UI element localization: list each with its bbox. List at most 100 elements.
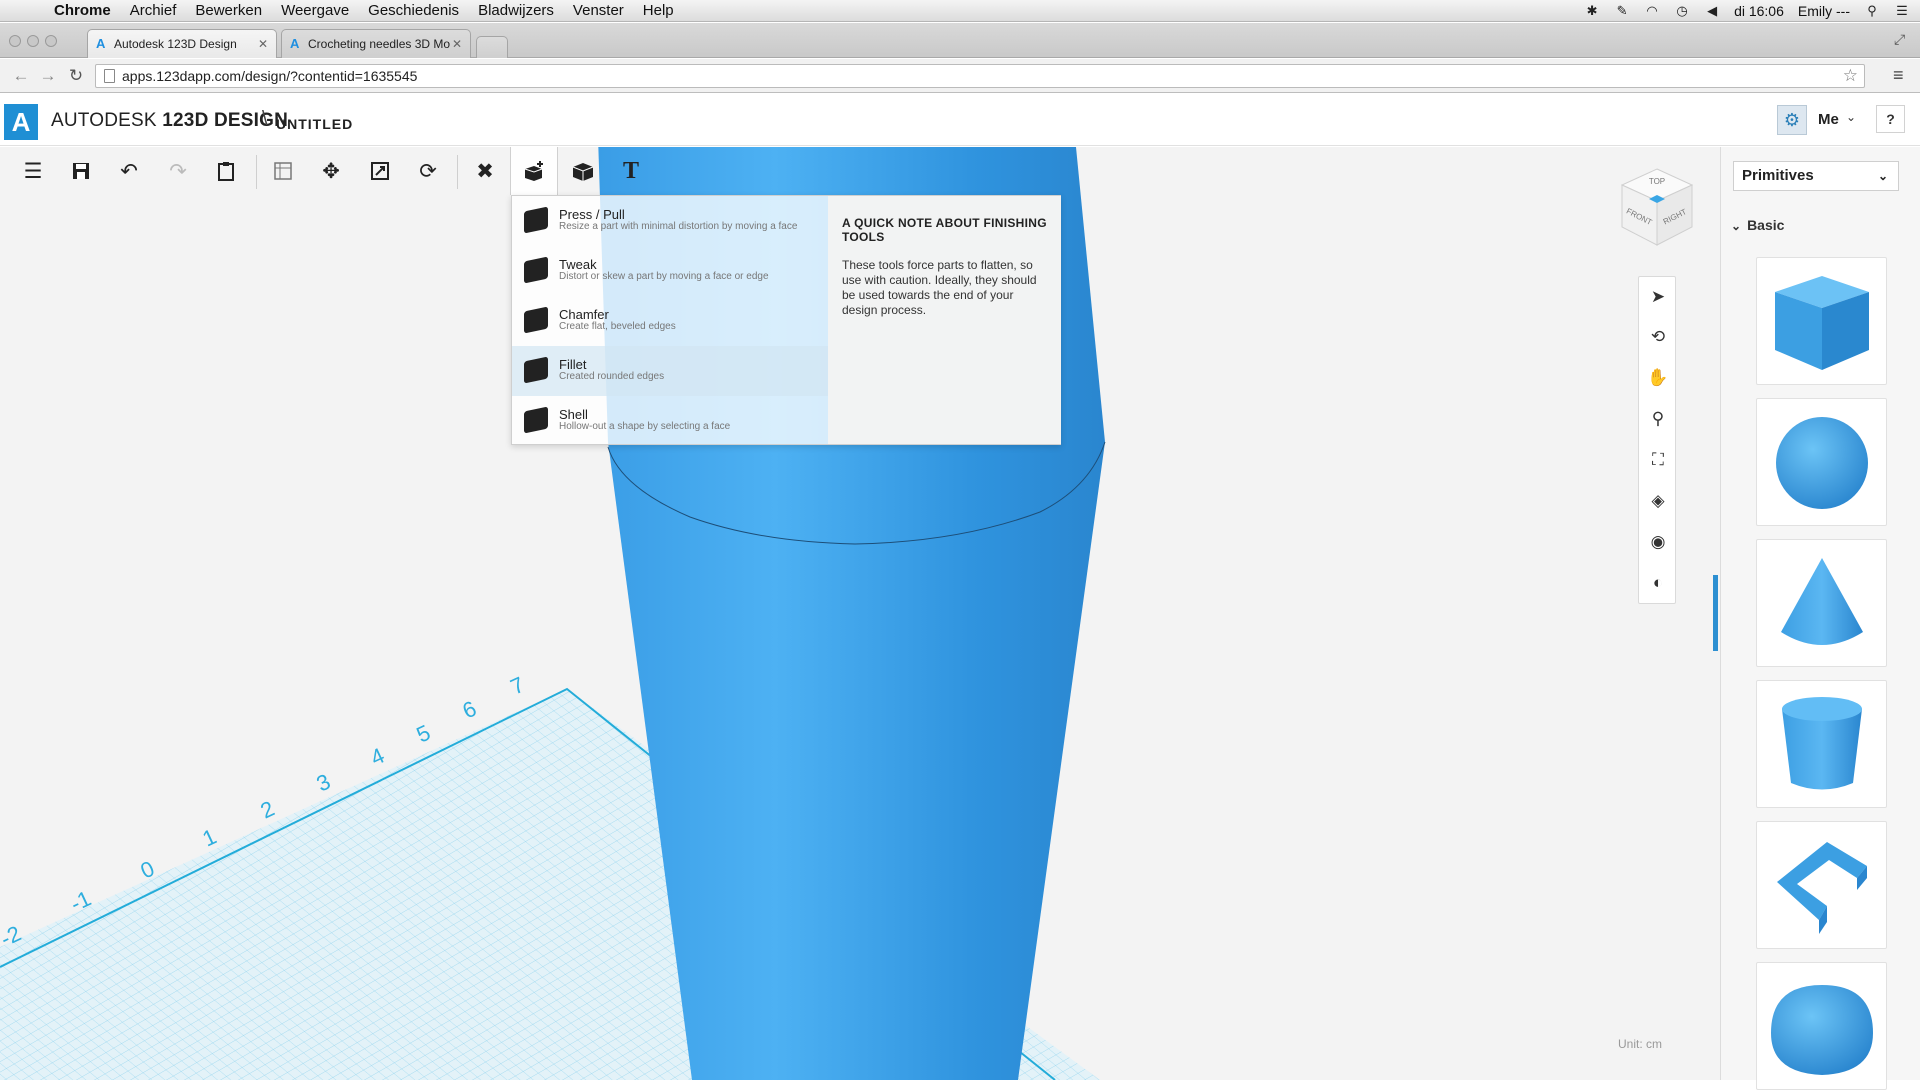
note-title: A QUICK NOTE ABOUT FINISHING TOOLS [842, 216, 1047, 244]
primitive-box[interactable] [1756, 257, 1887, 385]
chevron-down-icon: ⌄ [1877, 169, 1888, 183]
grid-label: 1 [199, 824, 221, 852]
autodesk-favicon-icon: A [96, 36, 106, 51]
window-zoom-icon[interactable] [45, 35, 57, 47]
menu-icon[interactable]: ☰ [9, 147, 57, 195]
orbit-icon[interactable]: ⟲ [1639, 317, 1677, 357]
primitive-cylinder[interactable] [1756, 680, 1887, 808]
tab-autodesk[interactable]: A Autodesk 123D Design ✕ [87, 29, 277, 58]
forward-icon[interactable]: → [38, 66, 58, 86]
menu-chrome[interactable]: Chrome [54, 2, 111, 19]
construct-icon[interactable]: ✖ [461, 147, 509, 195]
window-close-icon[interactable] [9, 35, 21, 47]
text-icon[interactable]: T [607, 147, 655, 195]
notification-list-icon[interactable]: ☰ [1894, 3, 1910, 18]
tab-title: Crocheting needles 3D Mo [308, 37, 451, 51]
menu-help[interactable]: Help [643, 2, 674, 19]
back-icon[interactable]: ← [11, 66, 31, 86]
undo-icon[interactable]: ↶ [105, 147, 153, 195]
primitive-sphere[interactable] [1756, 398, 1887, 526]
mac-menubar: Chrome Archief Bewerken Weergave Geschie… [0, 0, 1920, 22]
chevron-down-icon[interactable]: ⌄ [1846, 110, 1856, 124]
document-title[interactable]: UNTITLED [276, 116, 353, 132]
menu-item-shell[interactable]: Shell Hollow-out a shape by selecting a … [512, 396, 828, 446]
avatar[interactable]: ⚙ [1777, 105, 1807, 135]
bluetooth-icon[interactable]: ✱ [1584, 3, 1600, 18]
menubar-user[interactable]: Emily --- [1798, 3, 1850, 19]
save-icon[interactable] [57, 147, 105, 195]
item-description: Resize a part with minimal distortion by… [559, 221, 798, 232]
chrome-menu-icon[interactable]: ≡ [1893, 65, 1904, 86]
grid-label: 5 [413, 720, 435, 748]
viewcube-top: TOP [1649, 177, 1665, 186]
volume-icon[interactable]: ◀ [1704, 3, 1720, 18]
pen-icon[interactable]: ✎ [1614, 3, 1630, 18]
bookmark-star-icon[interactable]: ☆ [1843, 65, 1858, 87]
primitive-hemisphere[interactable] [1756, 962, 1887, 1090]
sketch-grid-icon[interactable] [259, 147, 307, 195]
primitive-polygon-profile[interactable] [1756, 821, 1887, 949]
refresh-icon[interactable]: ⟳ [404, 147, 452, 195]
pan-icon[interactable]: ✋ [1639, 358, 1677, 398]
tab-close-icon[interactable]: ✕ [452, 37, 462, 51]
new-tab-button[interactable] [476, 36, 508, 58]
menu-item-chamfer[interactable]: Chamfer Create flat, beveled edges [512, 296, 828, 346]
autodesk-logo-icon[interactable]: A [4, 104, 38, 140]
clipboard-icon[interactable] [202, 147, 250, 195]
menu-item-fillet[interactable]: Fillet Created rounded edges [512, 346, 828, 396]
navigation-bar: ➤ ⟲ ✋ ⚲ ⛶ ◈ ◉ ◐ [1638, 276, 1676, 604]
item-description: Distort or skew a part by moving a face … [559, 271, 769, 282]
shell-icon [524, 406, 548, 434]
finishing-tools-note: A QUICK NOTE ABOUT FINISHING TOOLS These… [828, 196, 1061, 444]
fullscreen-icon[interactable]: ⤢ [1894, 31, 1905, 48]
address-bar[interactable]: apps.123dapp.com/design/?contentid=16355… [95, 64, 1865, 88]
wifi-icon[interactable]: ◠ [1644, 3, 1660, 18]
note-body: These tools force parts to flatten, so u… [842, 258, 1037, 317]
autodesk-favicon-icon: A [290, 36, 300, 51]
help-button[interactable]: ? [1876, 105, 1905, 133]
spotlight-icon[interactable]: ⚲ [1864, 3, 1880, 18]
select-icon[interactable]: ➤ [1639, 277, 1677, 317]
menu-archief[interactable]: Archief [130, 2, 177, 19]
combine-icon[interactable] [559, 147, 607, 195]
menu-item-press-pull[interactable]: Press / Pull Resize a part with minimal … [512, 196, 828, 246]
tab-crocheting[interactable]: A Crocheting needles 3D Mo ✕ [281, 29, 471, 58]
menubar-clock[interactable]: di 16:06 [1734, 3, 1784, 19]
menu-bewerken[interactable]: Bewerken [195, 2, 262, 19]
brand-123d: 123D [162, 110, 209, 131]
move-icon[interactable]: ✥ [307, 147, 355, 195]
primitive-cone[interactable] [1756, 539, 1887, 667]
doc-separator: \ [262, 108, 268, 130]
menu-geschiedenis[interactable]: Geschiedenis [368, 2, 459, 19]
modify-icon[interactable] [510, 147, 558, 195]
unit-label: Unit: cm [1618, 1037, 1663, 1051]
url-text: apps.123dapp.com/design/?contentid=16355… [122, 68, 418, 84]
menu-weergave[interactable]: Weergave [281, 2, 349, 19]
tab-close-icon[interactable]: ✕ [258, 37, 268, 51]
browser-toolbar: ← → ↻ apps.123dapp.com/design/?contentid… [0, 59, 1920, 93]
panel-category-select[interactable]: Primitives ⌄ [1733, 161, 1899, 191]
panel-toggle-tab[interactable] [1713, 575, 1718, 651]
fit-icon[interactable]: ⛶ [1639, 440, 1677, 480]
material-icon[interactable]: ◐ [1639, 563, 1677, 603]
user-menu[interactable]: Me [1818, 111, 1839, 128]
apple-icon[interactable] [18, 3, 38, 19]
chevron-down-icon: ⌄ [1731, 219, 1742, 233]
item-label: Shell [559, 407, 588, 422]
view-cube[interactable]: TOP FRONT RIGHT [1618, 167, 1696, 249]
zoom-icon[interactable]: ⚲ [1639, 399, 1677, 439]
visibility-icon[interactable]: ◉ [1639, 522, 1677, 562]
item-label: Press / Pull [559, 207, 625, 222]
scale-icon[interactable] [356, 147, 404, 195]
time-machine-icon[interactable]: ◷ [1674, 3, 1690, 18]
menu-venster[interactable]: Venster [573, 2, 624, 19]
redo-icon[interactable]: ↷ [154, 147, 202, 195]
menu-item-tweak[interactable]: Tweak Distort or skew a part by moving a… [512, 246, 828, 296]
zoom-selected-icon[interactable]: ◈ [1639, 481, 1677, 521]
section-label: Basic [1747, 217, 1785, 233]
menu-bladwijzers[interactable]: Bladwijzers [478, 2, 554, 19]
window-minimize-icon[interactable] [27, 35, 39, 47]
basic-section-header[interactable]: ⌄ Basic [1731, 217, 1784, 233]
grid-label: 0 [137, 856, 159, 884]
reload-icon[interactable]: ↻ [66, 66, 86, 86]
